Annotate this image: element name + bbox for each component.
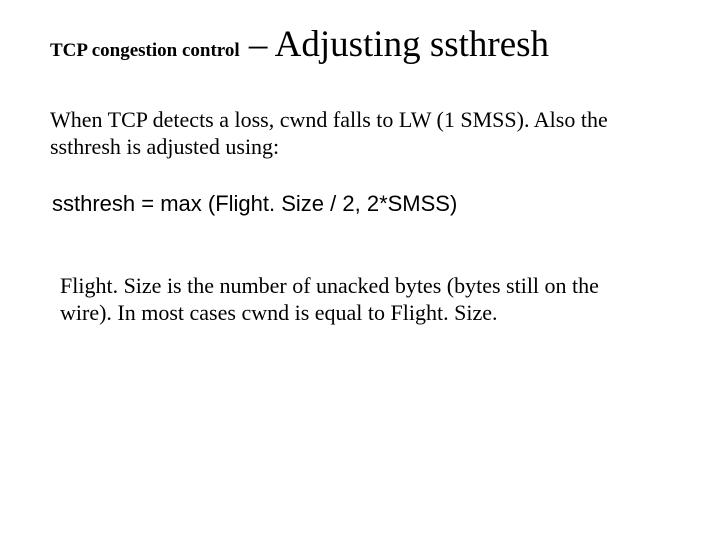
- intro-paragraph: When TCP detects a loss, cwnd falls to L…: [50, 106, 650, 161]
- title-main: – Adjusting ssthresh: [240, 24, 549, 65]
- title-subtext: TCP congestion control: [50, 40, 240, 61]
- slide-title: TCP congestion control – Adjusting ssthr…: [50, 25, 670, 66]
- explanation-paragraph: Flight. Size is the number of unacked by…: [60, 272, 640, 327]
- ssthresh-formula: ssthresh = max (Flight. Size / 2, 2*SMSS…: [52, 191, 670, 217]
